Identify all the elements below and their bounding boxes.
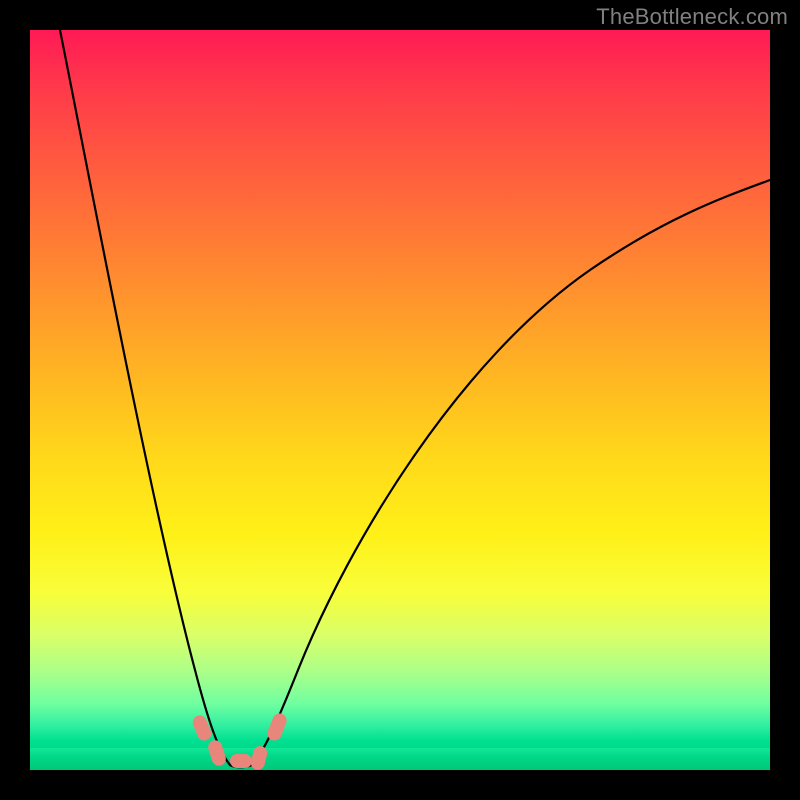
plot-area bbox=[30, 30, 770, 770]
chart-frame: TheBottleneck.com bbox=[0, 0, 800, 800]
green-band bbox=[30, 748, 770, 770]
watermark-text: TheBottleneck.com bbox=[596, 4, 788, 30]
